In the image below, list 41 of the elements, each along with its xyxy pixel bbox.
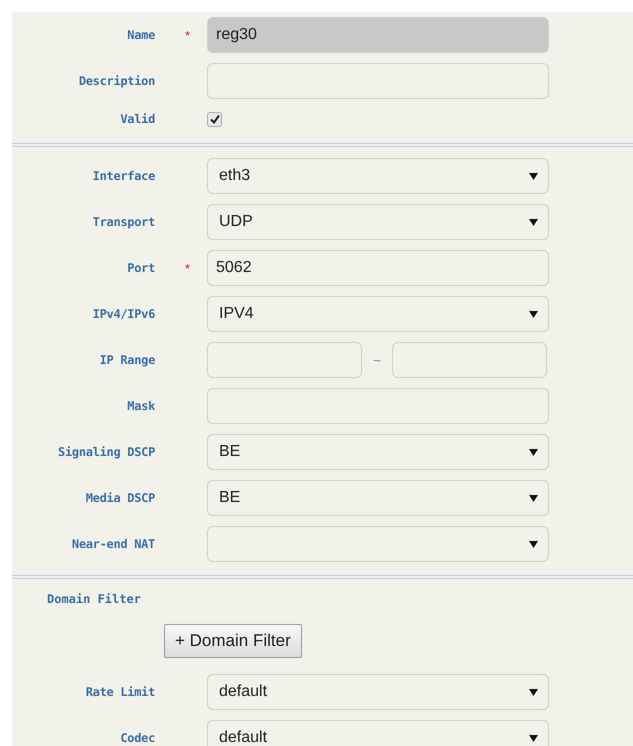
field-label: Valid: [120, 112, 155, 126]
dropdown[interactable]: BE: [207, 480, 549, 516]
field-label: Media DSCP: [86, 491, 155, 505]
field-label: Name: [127, 28, 155, 42]
caret-icon: [529, 494, 538, 502]
field-label: Port: [127, 261, 155, 275]
add-domain-filter-button[interactable]: + Domain Filter: [164, 624, 302, 658]
field-label: Signaling DSCP: [58, 445, 155, 459]
caret-icon: [529, 688, 538, 696]
dropdown[interactable]: default: [207, 674, 549, 710]
field-label: Description: [78, 74, 155, 88]
dropdown[interactable]: IPV4: [207, 296, 549, 332]
field-label: Mask: [127, 399, 155, 413]
section-heading: Domain Filter: [46, 592, 141, 606]
dropdown[interactable]: default: [207, 720, 549, 746]
caret-icon: [529, 172, 538, 180]
field-label: IP Range: [100, 353, 155, 367]
field-label: Transport: [92, 215, 155, 229]
range-separator: ~: [372, 352, 382, 368]
field-label: Interface: [92, 169, 155, 183]
text-field[interactable]: [207, 63, 549, 99]
text-field[interactable]: [207, 388, 549, 424]
text-field[interactable]: 5062: [207, 250, 549, 286]
required-mark: *: [184, 28, 190, 42]
field-label: Codec: [120, 731, 155, 745]
dropdown[interactable]: eth3: [207, 158, 549, 194]
field-label: Rate Limit: [86, 685, 155, 699]
required-mark: *: [184, 260, 190, 276]
dropdown[interactable]: BE: [207, 434, 549, 470]
field-label: IPv4/IPv6: [92, 307, 155, 321]
field-label: Near-end NAT: [72, 537, 155, 551]
range-end-field[interactable]: [392, 342, 547, 378]
caret-icon: [529, 734, 538, 742]
caret-icon: [529, 448, 538, 456]
caret-icon: [529, 540, 538, 548]
dropdown[interactable]: UDP: [207, 204, 549, 240]
dropdown[interactable]: [207, 526, 549, 562]
caret-icon: [529, 218, 538, 226]
checkbox[interactable]: [207, 112, 222, 126]
range-start-field[interactable]: [207, 342, 362, 378]
caret-icon: [529, 310, 538, 318]
